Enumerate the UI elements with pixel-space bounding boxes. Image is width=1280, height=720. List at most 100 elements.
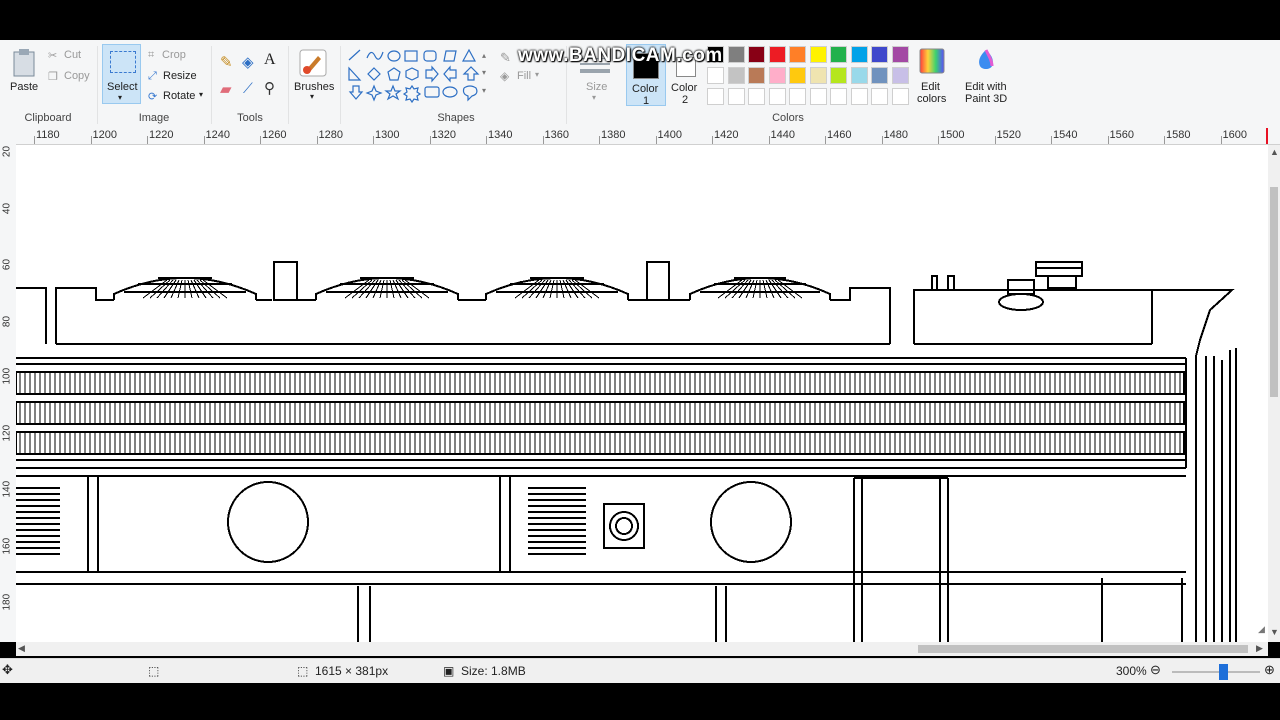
color2-number: 2 xyxy=(682,94,689,106)
ruler-tick xyxy=(1220,136,1222,144)
custom-color-slot[interactable] xyxy=(707,88,724,105)
ruler-tick xyxy=(1164,136,1165,144)
scroll-down-icon[interactable]: ▾ xyxy=(482,68,486,77)
brushes-button[interactable]: Brushes xyxy=(294,81,334,93)
brushes-icon[interactable] xyxy=(298,48,328,78)
edit-colors-button[interactable]: Edit xyxy=(921,81,940,93)
ruler-label: 100 xyxy=(1,367,13,385)
chevron-down-icon: ▾ xyxy=(592,93,597,102)
ruler-tick xyxy=(655,136,657,144)
train-drawing xyxy=(16,261,1237,642)
expand-gallery-icon[interactable]: ▾ xyxy=(482,86,486,95)
selection-size-icon: ⬚ xyxy=(148,664,160,678)
ruler-tick xyxy=(34,136,35,144)
ruler-tick xyxy=(429,136,431,144)
fill-button[interactable]: Fill xyxy=(517,70,531,82)
custom-color-slot[interactable] xyxy=(891,88,909,105)
custom-color-slot[interactable] xyxy=(871,88,888,105)
custom-color-slot[interactable] xyxy=(789,88,806,105)
resize-handle-icon[interactable]: ◢ xyxy=(1258,624,1265,635)
color-palette[interactable] xyxy=(707,46,911,110)
custom-color-slot[interactable] xyxy=(850,88,868,105)
ruler-label: 1540 xyxy=(1053,129,1078,141)
custom-color-slot[interactable] xyxy=(830,88,847,105)
ruler-label: 1220 xyxy=(149,129,174,141)
fill-icon[interactable]: ◈ xyxy=(500,69,509,83)
palette-swatch[interactable] xyxy=(871,67,888,84)
eraser-icon[interactable]: ▰ xyxy=(220,80,232,98)
palette-swatch[interactable] xyxy=(727,67,745,84)
vertical-scrollbar[interactable]: ▲ ▼ xyxy=(1268,145,1280,642)
paint3d-icon[interactable] xyxy=(975,48,997,76)
pencil-icon[interactable]: ✎ xyxy=(220,53,233,71)
palette-swatch[interactable] xyxy=(809,46,827,63)
magnifier-icon[interactable]: ⚲ xyxy=(264,79,275,97)
color-picker-icon[interactable]: ⟋ xyxy=(243,80,253,97)
edit-with-paint3d-button[interactable]: Edit with xyxy=(965,81,1007,93)
drawing-canvas[interactable] xyxy=(16,145,1268,642)
ruler-label: 140 xyxy=(1,480,13,498)
scroll-up-arrow-icon[interactable]: ▲ xyxy=(1270,147,1279,157)
size-button[interactable]: Size xyxy=(586,81,607,93)
fill-bucket-icon[interactable]: ◈ xyxy=(242,53,254,71)
palette-swatch[interactable] xyxy=(891,46,909,63)
copy-icon: ❐ xyxy=(48,71,58,83)
zoom-out-icon[interactable]: ⊖ xyxy=(1150,662,1161,678)
custom-color-slot[interactable] xyxy=(768,88,786,105)
resize-button[interactable]: Resize xyxy=(163,70,197,82)
crop-button[interactable]: Crop xyxy=(162,49,186,61)
custom-color-slot[interactable] xyxy=(809,88,827,105)
file-size: Size: 1.8MB xyxy=(461,664,526,678)
text-tool-icon[interactable]: A xyxy=(264,51,276,69)
ruler-tick xyxy=(542,136,544,144)
shapes-gallery[interactable] xyxy=(346,48,486,104)
custom-color-slot[interactable] xyxy=(748,88,765,105)
zoom-level: 300% xyxy=(1116,664,1147,678)
palette-swatch[interactable] xyxy=(789,67,806,84)
palette-swatch[interactable] xyxy=(768,46,786,63)
tools-group-label: Tools xyxy=(237,112,263,124)
select-button[interactable]: Select ▾ xyxy=(102,44,141,104)
scroll-up-icon[interactable]: ▴ xyxy=(482,51,486,60)
custom-color-slot[interactable] xyxy=(727,88,745,105)
palette-swatch[interactable] xyxy=(727,46,745,63)
palette-swatch[interactable] xyxy=(830,46,847,63)
copy-button[interactable]: Copy xyxy=(64,70,90,82)
ruler-label: 1560 xyxy=(1109,129,1134,141)
palette-swatch[interactable] xyxy=(850,46,868,63)
palette-swatch[interactable] xyxy=(768,67,786,84)
ruler-tick xyxy=(825,136,826,144)
palette-swatch[interactable] xyxy=(789,46,806,63)
rotate-button[interactable]: Rotate xyxy=(163,90,195,102)
paste-button[interactable]: Paste xyxy=(10,81,38,93)
zoom-in-icon[interactable]: ⊕ xyxy=(1264,662,1275,678)
ruler-label: 20 xyxy=(1,145,13,158)
palette-swatch[interactable] xyxy=(809,67,827,84)
palette-swatch[interactable] xyxy=(850,67,868,84)
ruler-position-marker xyxy=(1266,128,1268,144)
color-wheel-icon[interactable] xyxy=(919,48,945,74)
paste-icon[interactable] xyxy=(11,48,37,78)
scroll-left-arrow-icon[interactable]: ◀ xyxy=(18,643,25,654)
palette-swatch[interactable] xyxy=(891,67,909,84)
ruler-label: 1600 xyxy=(1222,129,1247,141)
vertical-scroll-thumb[interactable] xyxy=(1270,187,1278,397)
cut-icon: ✂ xyxy=(48,50,58,62)
palette-swatch[interactable] xyxy=(707,67,724,84)
ruler-tick xyxy=(994,136,996,144)
horizontal-scrollbar[interactable]: ◀ ▶ xyxy=(16,642,1268,656)
cut-button[interactable]: Cut xyxy=(64,49,81,61)
scroll-right-arrow-icon[interactable]: ▶ xyxy=(1256,643,1263,654)
outline-icon[interactable]: ✎ xyxy=(500,50,511,66)
palette-swatch[interactable] xyxy=(748,67,765,84)
zoom-slider-thumb[interactable] xyxy=(1219,664,1228,680)
ruler-tick xyxy=(486,136,487,144)
palette-swatch[interactable] xyxy=(748,46,765,63)
palette-swatch[interactable] xyxy=(871,46,888,63)
ruler-label: 1460 xyxy=(827,129,852,141)
horizontal-scroll-thumb[interactable] xyxy=(918,645,1248,653)
zoom-slider-track[interactable] xyxy=(1172,671,1260,673)
palette-swatch[interactable] xyxy=(830,67,847,84)
divider xyxy=(97,46,98,124)
scroll-down-arrow-icon[interactable]: ▼ xyxy=(1270,627,1279,637)
